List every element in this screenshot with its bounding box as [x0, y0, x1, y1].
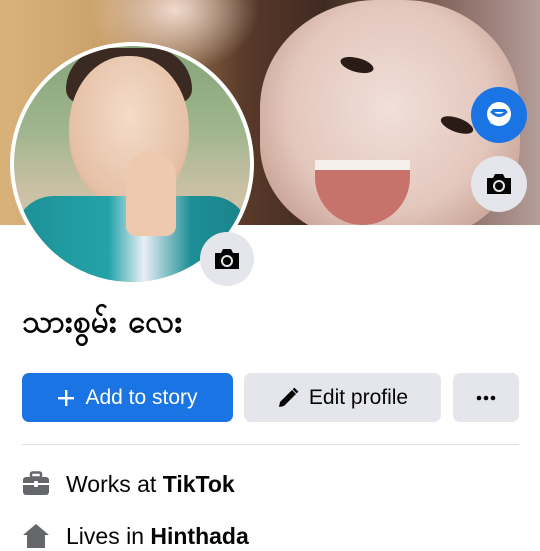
detail-location-value: Hinthada [150, 522, 249, 549]
detail-work-value: TikTok [162, 470, 235, 497]
edit-profile-button[interactable]: Edit profile [244, 373, 441, 422]
profile-picture-hands [126, 151, 176, 236]
divider [22, 444, 519, 445]
camera-icon [485, 171, 513, 197]
profile-name: သားစွမ်း လေး [22, 304, 183, 340]
messenger-icon [484, 100, 514, 130]
edit-profile-label: Edit profile [308, 385, 409, 409]
detail-location: Lives in Hinthada [22, 521, 249, 551]
add-to-story-button[interactable]: Add to story [22, 373, 233, 422]
more-options-button[interactable] [453, 373, 519, 422]
detail-location-prefix: Lives in [66, 522, 144, 549]
add-to-story-label: Add to story [85, 385, 198, 409]
edit-profile-picture-button[interactable] [200, 232, 254, 286]
messenger-button[interactable] [471, 87, 527, 143]
plus-icon [57, 389, 75, 407]
detail-work-prefix: Works at [66, 470, 157, 497]
edit-cover-photo-button[interactable] [471, 156, 527, 212]
briefcase-icon [22, 471, 50, 497]
detail-work: Works at TikTok [22, 469, 235, 499]
camera-icon [213, 246, 241, 272]
home-icon [22, 523, 50, 549]
more-dots-icon [476, 395, 496, 401]
pencil-icon [277, 387, 299, 409]
